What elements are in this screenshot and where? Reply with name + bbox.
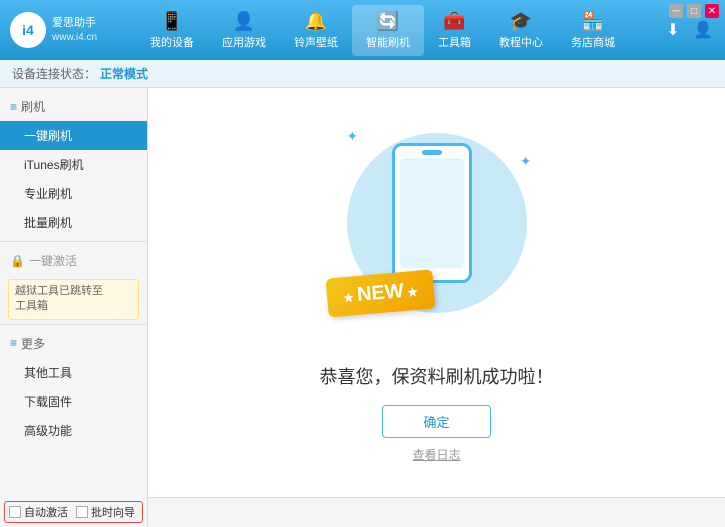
sparkle-1: ✦ — [347, 128, 359, 145]
sidebar-divider-2 — [0, 324, 147, 325]
more-section-icon: ≡ — [10, 336, 17, 350]
tutorial-icon: 🎓 — [510, 11, 532, 32]
sidebar-other-tools[interactable]: 其他工具 — [0, 358, 147, 387]
business-icon: 🏪 — [582, 11, 604, 32]
auto-activate-checkbox-label[interactable]: 自动激活 — [9, 504, 68, 520]
bottom-section: 自动激活 批时向导 📱 iPhone 15 Pro Max 512GB iPho… — [0, 497, 725, 527]
more-section-header: ≡ 更多 — [0, 329, 147, 358]
phone-notch — [422, 150, 442, 155]
confirm-button[interactable]: 确定 — [382, 405, 490, 438]
sidebar-batch-flash[interactable]: 批量刷机 — [0, 208, 147, 237]
nav-ringtones[interactable]: 🔔 铃声壁纸 — [280, 5, 352, 56]
maximize-button[interactable]: □ — [687, 4, 701, 18]
log-link[interactable]: 查看日志 — [412, 446, 460, 463]
toolbox-icon: 🧰 — [443, 11, 465, 32]
sparkle-2: ✦ — [520, 153, 532, 170]
sidebar-download-firmware[interactable]: 下载固件 — [0, 387, 147, 416]
success-text: 恭喜您，保资料刷机成功啦！ — [320, 363, 554, 389]
nav-business[interactable]: 🏪 务店商城 — [557, 5, 629, 56]
apps-icon: 👤 — [233, 11, 255, 32]
sidebar-advanced[interactable]: 高级功能 — [0, 416, 147, 445]
flash-section-icon: ≡ — [10, 100, 17, 114]
status-label: 设备连接状态： — [12, 65, 96, 82]
footer-right-area: 阻止iTunes运行 V7.98.66 客服 微信公众号 检查更新 — [148, 497, 725, 527]
flash-icon: 🔄 — [377, 11, 399, 32]
sidebar-itunes-flash[interactable]: iTunes刷机 — [0, 150, 147, 179]
auto-activate-row: 自动激活 批时向导 — [4, 501, 143, 523]
auto-activate-checkbox[interactable] — [9, 506, 21, 518]
window-controls: ─ □ ✕ — [669, 4, 719, 18]
lock-icon: 🔒 — [10, 254, 25, 268]
user-button[interactable]: 👤 — [691, 18, 715, 42]
sidebar: ≡ 刷机 一键刷机 iTunes刷机 专业刷机 批量刷机 🔒 一键激活 越狱工具 — [0, 88, 148, 497]
nav-tutorial[interactable]: 🎓 教程中心 — [485, 5, 557, 56]
logo-area: i4 爱思助手 www.i4.cn — [10, 12, 130, 48]
sidebar-pro-flash[interactable]: 专业刷机 — [0, 179, 147, 208]
phone-body — [392, 143, 472, 283]
flash-section-header: ≡ 刷机 — [0, 92, 147, 121]
header: i4 爱思助手 www.i4.cn 📱 我的设备 👤 应用游戏 🔔 铃声壁纸 🔄 — [0, 0, 725, 60]
content-area: ✦ ✦ ✦ NEW 恭喜您，保资料刷机成功啦！ 确定 查看日志 — [148, 88, 725, 497]
nav-smart-flash[interactable]: 🔄 智能刷机 — [352, 5, 424, 56]
activation-section-header: 🔒 一键激活 — [0, 246, 147, 275]
phone-illustration: ✦ ✦ ✦ NEW — [337, 123, 537, 343]
close-button[interactable]: ✕ — [705, 4, 719, 18]
logo-icon: i4 — [10, 12, 46, 48]
sidebar-one-key-flash[interactable]: 一键刷机 — [0, 121, 147, 150]
status-value: 正常模式 — [100, 65, 148, 82]
download-button[interactable]: ⬇ — [661, 18, 685, 42]
time-guide-checkbox[interactable] — [76, 506, 88, 518]
sidebar-divider-1 — [0, 241, 147, 242]
phone-screen — [400, 158, 464, 268]
notice-box: 越狱工具已跳转至 工具箱 — [8, 279, 139, 320]
nav-bar: 📱 我的设备 👤 应用游戏 🔔 铃声壁纸 🔄 智能刷机 🧰 工具箱 🎓 — [130, 5, 635, 56]
sidebar-bottom: 自动激活 批时向导 📱 iPhone 15 Pro Max 512GB iPho… — [0, 497, 148, 527]
logo-text: 爱思助手 www.i4.cn — [52, 16, 97, 43]
status-bar: 设备连接状态： 正常模式 — [0, 60, 725, 88]
header-right: ⬇ 👤 — [635, 18, 715, 42]
nav-my-device[interactable]: 📱 我的设备 — [136, 5, 208, 56]
nav-toolbox[interactable]: 🧰 工具箱 — [424, 5, 485, 56]
main-layout: ≡ 刷机 一键刷机 iTunes刷机 专业刷机 批量刷机 🔒 一键激活 越狱工具 — [0, 88, 725, 497]
my-device-icon: 📱 — [161, 11, 183, 32]
time-guide-checkbox-label[interactable]: 批时向导 — [76, 504, 135, 520]
minimize-button[interactable]: ─ — [669, 4, 683, 18]
nav-apps-games[interactable]: 👤 应用游戏 — [208, 5, 280, 56]
ringtone-icon: 🔔 — [305, 11, 327, 32]
